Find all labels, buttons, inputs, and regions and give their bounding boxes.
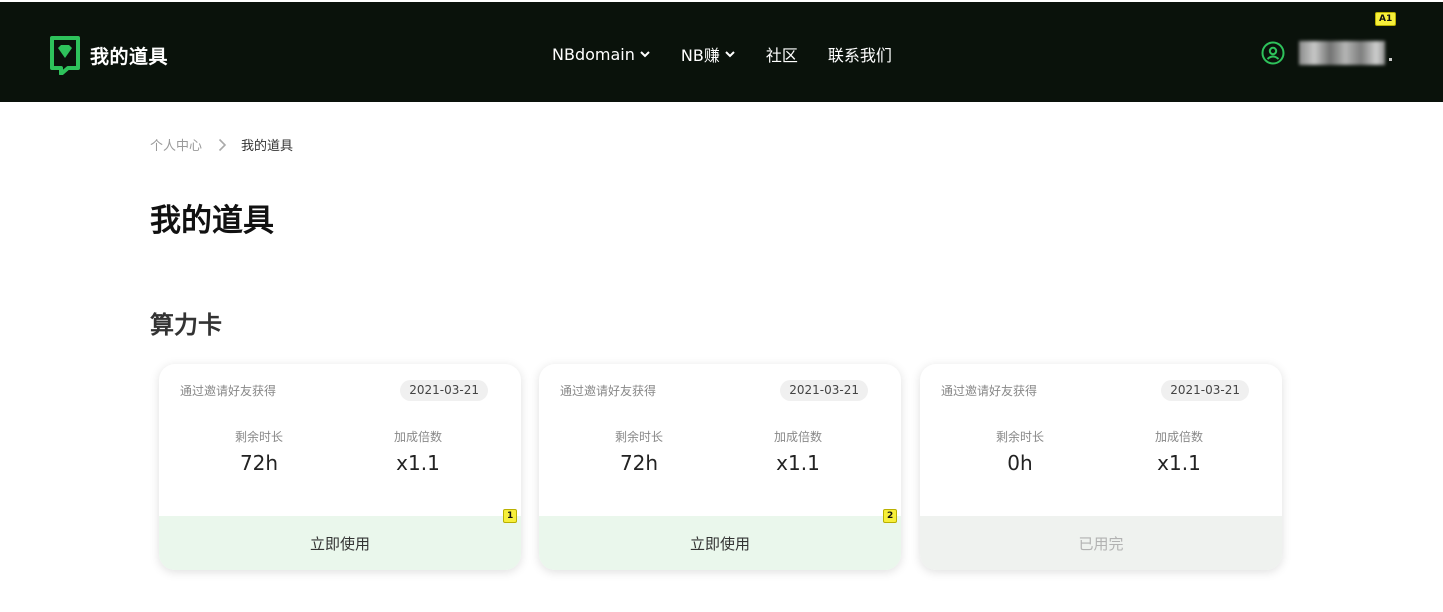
brand-name: 我的道具 xyxy=(90,45,169,68)
page-title: 我的道具 xyxy=(150,203,274,239)
brand-logo[interactable]: 我的道具 xyxy=(49,35,168,75)
username-redacted[interactable] xyxy=(1299,41,1385,65)
use-now-button[interactable]: 立即使用 xyxy=(539,516,901,570)
remaining-time-label: 剩余时长 xyxy=(995,430,1044,444)
breadcrumb-current: 我的道具 xyxy=(241,139,294,154)
card-date-badge: 2021-03-21 xyxy=(400,380,488,401)
chevron-right-icon xyxy=(218,138,227,151)
remaining-time-stat: 剩余时长 0h xyxy=(950,428,1090,475)
compute-card: 通过邀请好友获得 2021-03-21 剩余时长 72h 加成倍数 x1.1 立… xyxy=(539,364,901,570)
multiplier-value: x1.1 xyxy=(1157,451,1201,475)
multiplier-stat: 加成倍数 x1.1 xyxy=(1109,428,1249,475)
remaining-time-value: 72h xyxy=(239,451,279,475)
remaining-time-stat: 剩余时长 72h xyxy=(569,428,709,475)
multiplier-stat: 加成倍数 x1.1 xyxy=(348,428,488,475)
nav-item-nb-earn[interactable]: NB赚 xyxy=(681,42,736,66)
user-menu-dot xyxy=(1389,57,1392,61)
main-nav: NBdomain NB赚 社区 联系我们 xyxy=(552,42,922,66)
chevron-down-icon xyxy=(640,51,650,58)
section-title-compute-cards: 算力卡 xyxy=(150,311,222,339)
use-now-button[interactable]: 立即使用 xyxy=(159,516,521,570)
chevron-down-icon xyxy=(725,51,735,58)
marker-badge-1: 1 xyxy=(503,509,518,523)
multiplier-label: 加成倍数 xyxy=(393,430,442,444)
nav-item-nbdomain[interactable]: NBdomain xyxy=(552,45,651,64)
multiplier-label: 加成倍数 xyxy=(1154,430,1203,444)
nav-item-label: 社区 xyxy=(765,46,798,65)
breadcrumb-home-link[interactable]: 个人中心 xyxy=(150,135,202,154)
nav-item-label: 联系我们 xyxy=(827,46,892,65)
compute-card: 通过邀请好友获得 2021-03-21 剩余时长 0h 加成倍数 x1.1 已用… xyxy=(920,364,1282,570)
nav-item-contact[interactable]: 联系我们 xyxy=(828,42,892,66)
multiplier-value: x1.1 xyxy=(776,451,820,475)
marker-badge-a1: A1 xyxy=(1375,12,1397,26)
remaining-time-value: 0h xyxy=(1007,451,1033,475)
nav-item-label: NBdomain xyxy=(552,44,635,64)
remaining-time-label: 剩余时长 xyxy=(614,430,663,444)
user-circle-icon xyxy=(1261,41,1285,65)
nav-item-community[interactable]: 社区 xyxy=(766,42,798,66)
multiplier-value: x1.1 xyxy=(396,451,440,475)
card-date-badge: 2021-03-21 xyxy=(1161,380,1249,401)
breadcrumb: 个人中心 我的道具 xyxy=(150,135,293,154)
multiplier-stat: 加成倍数 x1.1 xyxy=(728,428,868,475)
card-source-text: 通过邀请好友获得 xyxy=(560,384,657,398)
used-up-status: 已用完 xyxy=(920,516,1282,570)
user-menu[interactable] xyxy=(1261,41,1392,65)
card-source-text: 通过邀请好友获得 xyxy=(180,384,277,398)
remaining-time-stat: 剩余时长 72h xyxy=(189,428,329,475)
logo-mark-icon xyxy=(50,36,80,75)
card-source-text: 通过邀请好友获得 xyxy=(941,384,1038,398)
card-date-badge: 2021-03-21 xyxy=(780,380,868,401)
remaining-time-value: 72h xyxy=(619,451,659,475)
compute-card: 通过邀请好友获得 2021-03-21 剩余时长 72h 加成倍数 x1.1 立… xyxy=(159,364,521,570)
remaining-time-label: 剩余时长 xyxy=(234,430,283,444)
nav-item-label: NB赚 xyxy=(680,46,720,65)
top-navbar: 我的道具 NBdomain NB赚 社区 联系我们 A1 xyxy=(0,2,1443,102)
marker-badge-2: 2 xyxy=(883,509,898,523)
multiplier-label: 加成倍数 xyxy=(773,430,822,444)
